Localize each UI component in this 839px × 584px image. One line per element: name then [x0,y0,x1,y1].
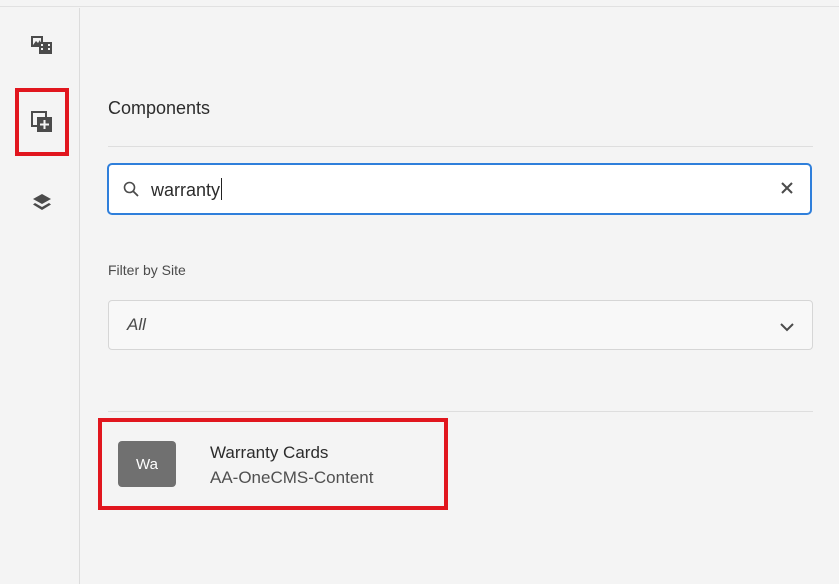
text-caret [221,178,223,200]
component-group: AA-OneCMS-Content [210,468,374,487]
content-tree-rail-button[interactable] [19,182,65,224]
components-panel: Components warranty Filter by Site All W… [80,8,839,584]
side-rail [0,8,80,584]
layers-icon [31,193,53,213]
components-icon [31,111,53,133]
site-filter-select[interactable]: All [108,300,813,350]
title-divider [108,146,813,147]
clear-search-icon[interactable] [778,179,796,197]
components-rail-button[interactable] [15,88,69,156]
component-badge: Wa [118,441,176,487]
panel-title: Components [108,98,211,118]
search-input[interactable]: warranty [107,163,812,215]
assets-rail-button[interactable] [19,24,65,66]
filter-by-site-label: Filter by Site [108,262,186,278]
chevron-down-icon [780,319,794,337]
assets-icon [30,34,54,56]
search-icon [123,181,139,202]
search-value: warranty [151,180,221,200]
component-result-item[interactable]: Wa Warranty Cards AA-OneCMS-Content [98,418,448,510]
top-divider [0,0,839,7]
component-title: Warranty Cards [210,443,329,462]
results-divider [108,411,813,412]
site-filter-value: All [127,315,146,334]
